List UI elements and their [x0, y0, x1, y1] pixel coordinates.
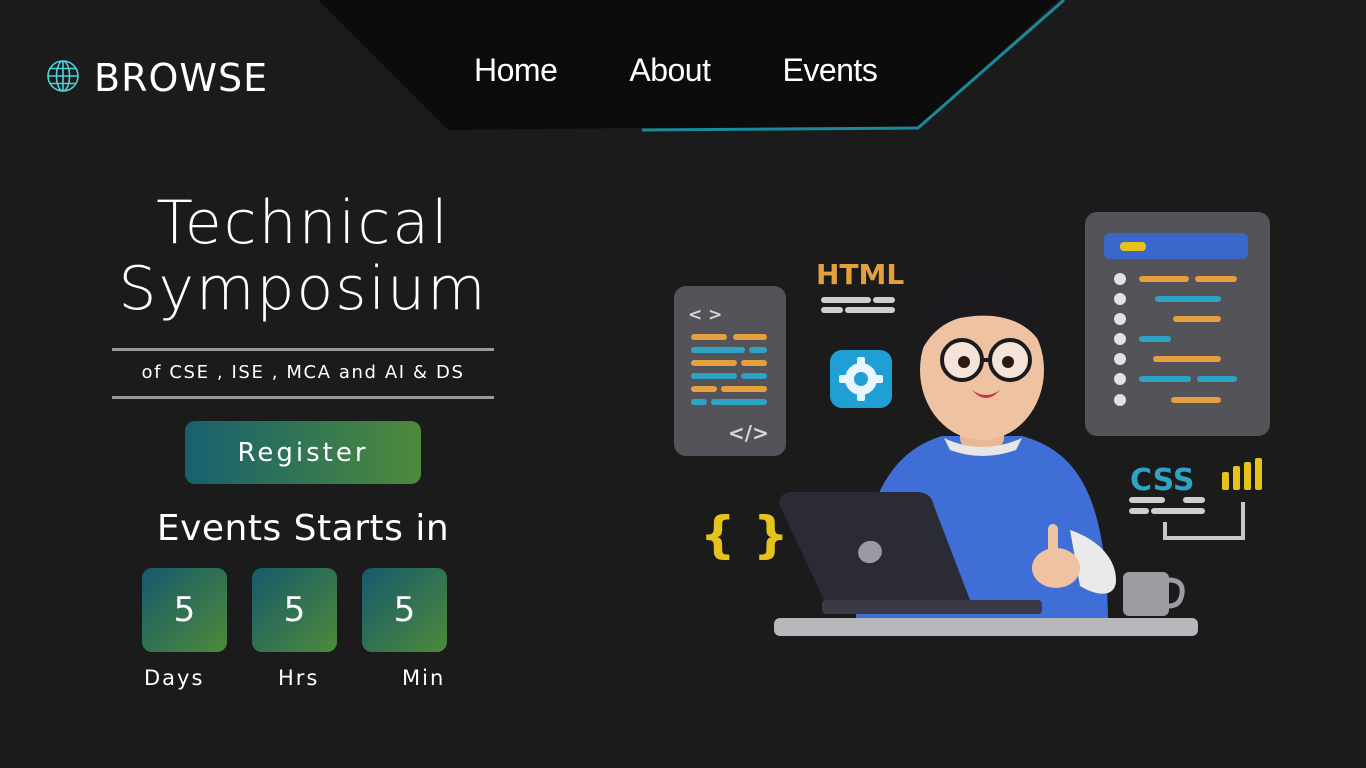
gear-icon — [830, 350, 892, 408]
mug — [1123, 572, 1185, 616]
css-label: CSS — [1130, 463, 1194, 498]
code-panel-right — [1085, 212, 1270, 436]
subtitle-box: of CSE , ISE , MCA and AI & DS — [112, 348, 494, 399]
brand-name: BROWSE — [94, 56, 269, 100]
nav-home[interactable]: Home — [474, 52, 558, 89]
main-nav: Home About Events — [474, 52, 878, 89]
countdown-days: 5 Days — [142, 568, 227, 690]
countdown-hours-label: Hrs — [278, 666, 320, 690]
countdown-hours-value: 5 — [252, 568, 337, 652]
code-tag-open-label: < > — [688, 305, 722, 325]
countdown-days-label: Days — [144, 666, 205, 690]
page-title: Technical Symposium — [112, 190, 494, 322]
countdown-minutes-value: 5 — [362, 568, 447, 652]
countdown-days-value: 5 — [142, 568, 227, 652]
code-tag-close-label: </> — [728, 421, 769, 445]
register-button[interactable]: Register — [185, 421, 421, 484]
countdown-title: Events Starts in — [156, 508, 450, 549]
countdown: 5 Days 5 Hrs 5 Min — [142, 568, 462, 698]
braces-label: { } — [700, 506, 789, 564]
html-label: HTML — [816, 258, 904, 291]
title-line-2: Symposium — [118, 254, 488, 324]
countdown-minutes-label: Min — [402, 666, 446, 690]
globe-icon — [46, 59, 80, 98]
code-panel-left: < > </> — [674, 286, 786, 456]
developer-illustration: < > </> HTML { } CSS — [674, 212, 1270, 636]
countdown-hours: 5 Hrs — [252, 568, 337, 690]
countdown-minutes: 5 Min — [362, 568, 447, 690]
nav-events[interactable]: Events — [782, 52, 877, 89]
signal-bars-icon — [1222, 458, 1262, 490]
subtitle: of CSE , ISE , MCA and AI & DS — [141, 362, 465, 383]
nav-about[interactable]: About — [629, 52, 711, 89]
hero-section: Technical Symposium of CSE , ISE , MCA a… — [112, 190, 494, 549]
brand-logo[interactable]: BROWSE — [46, 56, 268, 100]
title-line-1: Technical — [156, 188, 450, 258]
